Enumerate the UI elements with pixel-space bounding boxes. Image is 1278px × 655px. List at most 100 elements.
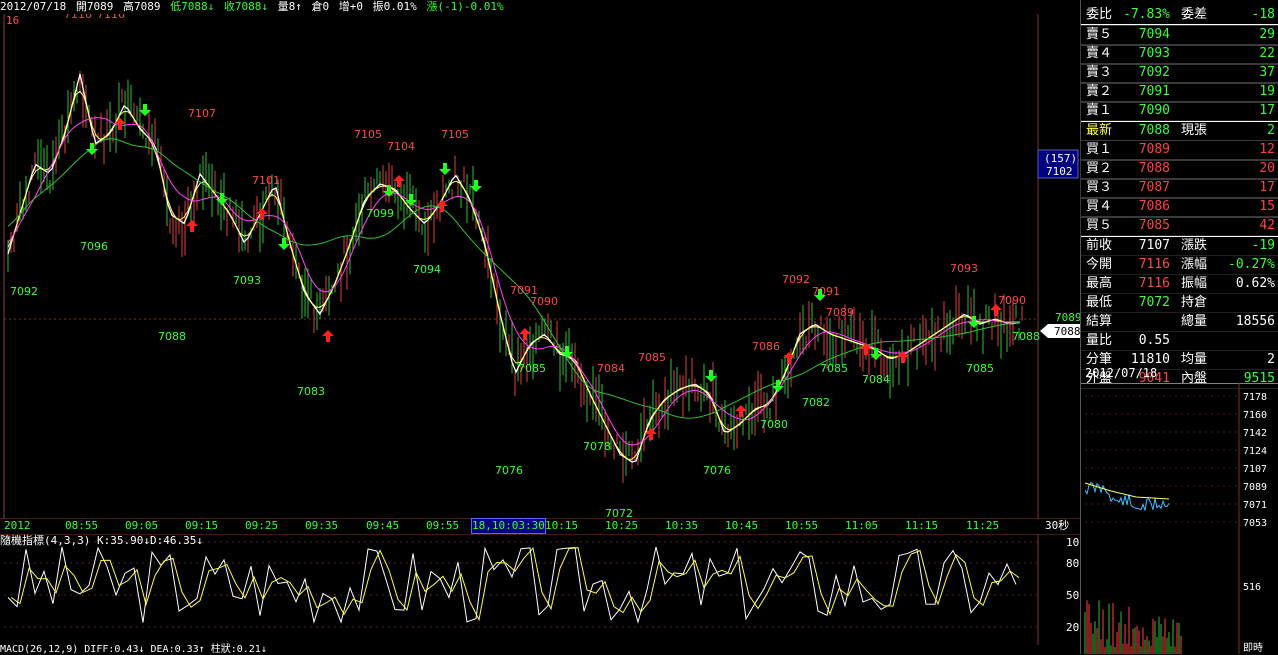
current-volume: 2	[1267, 123, 1275, 138]
price-annotation: 7090	[998, 294, 1026, 307]
price-annotation: 7094	[413, 263, 441, 276]
stat-value: 7072	[1138, 295, 1170, 310]
price-annotation: 7076	[495, 464, 523, 477]
bid-price: 7085	[1138, 218, 1170, 233]
price-annotation: 7085	[638, 351, 666, 364]
stat-row: 最低 7072 持倉	[1081, 294, 1278, 313]
stat-label: 振幅	[1181, 276, 1208, 291]
kd-tick-label: 50	[1066, 589, 1079, 602]
mini-average-line	[1084, 482, 1170, 500]
header-change: 漲(-1)-0.01%	[426, 0, 504, 13]
time-axis-label: 10:45	[725, 519, 759, 532]
stat-label: 漲跌	[1181, 238, 1208, 253]
bid-price: 7089	[1138, 142, 1170, 157]
order-ratio-row: 委比 -7.83% 委差 -18	[1081, 6, 1278, 26]
price-annotation: 7078	[583, 440, 611, 453]
price-annotation: 7092	[10, 285, 38, 298]
price-annotation: 7085	[966, 362, 994, 375]
sell-signal-arrow-icon	[705, 370, 717, 382]
sell-signal-arrow-icon	[772, 380, 784, 392]
ask-label: 賣３	[1086, 65, 1113, 80]
stat-label: 總量	[1181, 314, 1208, 329]
bid-row: 買２ 7088 20	[1080, 159, 1278, 180]
stat-label: 最低	[1086, 295, 1113, 310]
price-annotation: 7072	[605, 507, 633, 519]
buy-signal-arrow-icon	[322, 330, 334, 342]
price-annotation: 7093	[233, 274, 261, 287]
header-high: 高7089	[122, 0, 161, 13]
kd-indicator-title: 隨機指標(4,3,3) K:35.90↓D:46.35↓	[0, 534, 203, 547]
price-annotation: 7088	[1012, 330, 1040, 343]
price-annotation: 7084	[597, 362, 625, 375]
stat-row: 今開 7116 漲幅 -0.27%	[1081, 256, 1278, 275]
mini-price-tick: 7142	[1243, 428, 1267, 439]
bid-label: 買２	[1086, 161, 1113, 176]
price-annotation: 7083	[297, 385, 325, 398]
intraday-price-chart[interactable]: 16 7116 7116 7107 7092 7096 7088 7093 7101 7083 71…	[0, 14, 1080, 519]
boxed-price-bottom: 7102	[1046, 165, 1073, 178]
stat-row: 量比 0.55	[1081, 332, 1278, 351]
stat-value: 7107	[1138, 238, 1170, 253]
ask-row: 賣１ 7090 17	[1080, 101, 1278, 122]
time-axis-label: 09:55	[426, 519, 460, 532]
time-axis-label: 09:25	[245, 519, 279, 532]
stat-label: 量比	[1086, 333, 1113, 348]
bid-row: 買４ 7086 15	[1080, 197, 1278, 218]
stat-row: 最高 7116 振幅 0.62%	[1081, 275, 1278, 294]
time-axis-label: 30秒	[1045, 519, 1070, 532]
price-annotation: 7101	[252, 174, 280, 187]
stat-value: 7116	[1138, 257, 1170, 272]
bid-volume: 12	[1259, 142, 1275, 157]
stat-value: 18556	[1235, 314, 1275, 329]
ask-row: 賣５ 7094 29	[1080, 25, 1278, 46]
mini-volume-tick: 516	[1243, 582, 1261, 593]
time-axis-label: 11:25	[966, 519, 1000, 532]
price-annotation: 7085	[820, 362, 848, 375]
mini-chart-date: 2012/07/18	[1085, 366, 1158, 380]
ask-label: 賣５	[1086, 27, 1113, 42]
quote-panel: 委比 -7.83% 委差 -18 賣５ 7094 29 賣４ 7093 22 賣３ 7092 37 賣２ 7…	[1080, 0, 1278, 654]
stat-row: 結算 總量 18556	[1081, 313, 1278, 332]
stat-label: 最高	[1086, 276, 1113, 291]
ask-row: 賣２ 7091 19	[1080, 82, 1278, 103]
ask-label: 賣２	[1086, 84, 1113, 99]
header-date: 2012/07/18	[0, 0, 67, 13]
ask-price: 7094	[1138, 27, 1170, 42]
bid-volume: 20	[1259, 161, 1275, 176]
kd-d-line	[10, 547, 1020, 622]
sell-signal-arrow-icon	[439, 163, 451, 175]
header-open-interest: 倉0	[311, 0, 330, 13]
header-close: 收7088↓	[223, 0, 268, 13]
price-annotation: 7099	[366, 207, 394, 220]
price-annotation: 7093	[950, 262, 978, 275]
kd-tick-label: 20	[1066, 621, 1079, 634]
buy-signal-arrow-icon	[436, 200, 448, 212]
ask-volume: 37	[1259, 65, 1275, 80]
bid-price: 7088	[1138, 161, 1170, 176]
price-annotation: 7107	[188, 107, 216, 120]
bid-label: 買１	[1086, 142, 1113, 157]
time-axis-label: 10:35	[665, 519, 699, 532]
stochastic-indicator-chart[interactable]: 100 80 50 20	[0, 534, 1080, 645]
price-annotation: 7104	[387, 140, 415, 153]
ask-label: 賣４	[1086, 46, 1113, 61]
bid-price: 7087	[1138, 180, 1170, 195]
bid-volume: 17	[1259, 180, 1275, 195]
ask-label: 賣１	[1086, 103, 1113, 118]
price-annotation: 7080	[760, 418, 788, 431]
ratio-value: -7.83%	[1123, 7, 1170, 22]
ask-price: 7091	[1138, 84, 1170, 99]
price-annotation: 7089	[826, 306, 854, 319]
mini-intraday-chart[interactable]: 7178 7160 7142 7124 7107 7089 7071 7053 516 即時	[1081, 383, 1278, 654]
chart-corner-label: 16	[6, 14, 19, 27]
sell-signal-arrow-icon	[470, 180, 482, 192]
bid-label: 買４	[1086, 199, 1113, 214]
time-axis-label: 09:05	[125, 519, 159, 532]
ask-price: 7092	[1138, 65, 1170, 80]
price-annotation: 7088	[158, 330, 186, 343]
price-annotation: 7085	[518, 362, 546, 375]
last-label: 最新	[1086, 123, 1113, 138]
bid-label: 買３	[1086, 180, 1113, 195]
bid-volume: 15	[1259, 199, 1275, 214]
time-axis-label: 10:25	[605, 519, 639, 532]
